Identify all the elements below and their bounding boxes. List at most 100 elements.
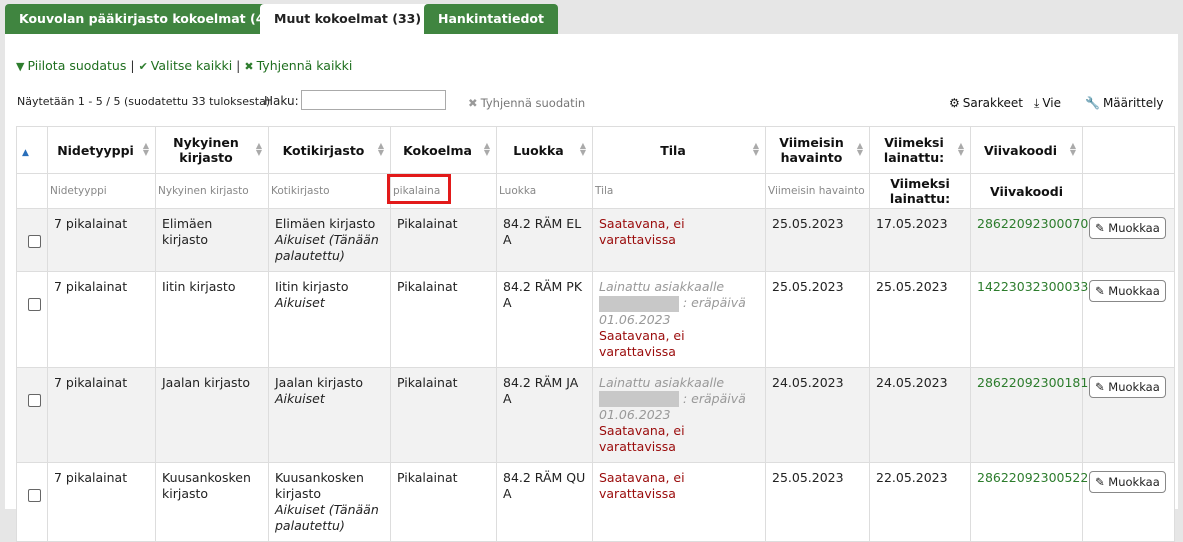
column-header-label: Tila [660, 142, 686, 158]
sort-icon: ▲ ▼ [142, 141, 149, 157]
availability-status: Saatavana, ei varattavissa [599, 423, 685, 454]
barcode-link[interactable]: 28622092300181 [977, 375, 1088, 390]
callnumber-cell: 84.2 RÄM EL A [496, 208, 593, 272]
item-type-cell: 7 pikalainat [47, 366, 156, 463]
redacted-patron [599, 391, 679, 407]
barcode-cell: 28622092300181 [970, 366, 1088, 463]
select-column-header[interactable]: ▲ [16, 126, 48, 174]
sort-icon: ▲ ▼ [752, 141, 759, 157]
last-seen-cell: 24.05.2023 [765, 366, 870, 463]
home-library-cell: Elimäen kirjasto Aikuiset (Tänään palaute… [268, 208, 391, 272]
status-cell: Saatavana, ei varattavissa [592, 462, 766, 542]
barcode-link[interactable]: 28622092300070 [977, 216, 1088, 231]
column-header-label: Kokoelma [403, 142, 472, 158]
row-checkbox[interactable] [28, 298, 41, 311]
columns-button[interactable]: ⚙ Sarakkeet [949, 96, 1023, 110]
due-label: : eräpäivä [682, 390, 746, 406]
filter-input[interactable]: Tila [592, 173, 766, 209]
clear-all-link[interactable]: ✖ Tyhjennä kaikki [244, 58, 352, 73]
hide-filter-label: Piilota suodatus [27, 58, 127, 73]
check-icon: ✔ [138, 60, 148, 73]
filter-input[interactable]: Luokka [496, 173, 593, 209]
select-all-link[interactable]: ✔ Valitse kaikki [139, 58, 233, 73]
filter-input[interactable]: Kotikirjasto [268, 173, 391, 209]
barcode-link[interactable]: 28622092300522 [977, 470, 1088, 485]
select-cell [16, 366, 48, 463]
export-label: Vie [1042, 96, 1061, 110]
redacted-patron [599, 295, 679, 312]
column-header-label: Viimeksi lainattu: [883, 135, 945, 165]
filter-cell [1082, 173, 1175, 209]
edit-label: Muokkaa [1108, 475, 1160, 489]
home-library-cell: Jaalan kirjasto Aikuiset [268, 366, 391, 463]
barcode-cell: 28622092300070 [970, 208, 1088, 272]
search-input[interactable] [301, 90, 446, 110]
home-library-cell: Iitin kirjasto Aikuiset [268, 271, 391, 368]
tab-main-library-holdings[interactable]: Kouvolan pääkirjasto kokoelmat (4) [5, 4, 285, 34]
results-info: Näytetään 1 - 5 / 5 (suodatettu 33 tulok… [17, 95, 271, 108]
barcode-cell: 28622092300522 [970, 462, 1088, 542]
column-header[interactable]: Viimeksi lainattu: ▲ ▼ [869, 126, 971, 174]
gear-icon: ⚙ [949, 96, 960, 110]
column-header[interactable]: Nidetyyppi ▲ ▼ [47, 126, 156, 174]
items-table: ▲ Nidetyyppi ▲ ▼ Nykyinen kirjasto ▲ ▼ Kotik… [16, 126, 1175, 542]
pencil-icon: ✎ [1095, 475, 1105, 489]
toolbar-separator: | [130, 58, 135, 73]
download-icon: ⤓ [1034, 96, 1040, 110]
column-header-label: Kotikirjasto [282, 142, 365, 158]
export-button[interactable]: ⤓ Vie [1034, 96, 1061, 111]
clear-filter-button[interactable]: ✖ Tyhjennä suodatin [468, 96, 585, 110]
loan-status-text: Lainattu asiakkaalle [599, 279, 725, 294]
column-header[interactable]: Viivakoodi ▲ ▼ [970, 126, 1083, 174]
column-header[interactable]: Kotikirjasto ▲ ▼ [268, 126, 391, 174]
column-header[interactable]: Luokka ▲ ▼ [496, 126, 593, 174]
tab-acquisitions[interactable]: Hankintatiedot [424, 4, 558, 34]
clear-filter-label: Tyhjennä suodatin [480, 96, 586, 110]
filter-input[interactable]: Nykyinen kirjasto [155, 173, 269, 209]
holdings-panel: ▼ Piilota suodatus | ✔ Valitse kaikki | ✖ Tyhje… [5, 34, 1178, 542]
last-borrowed-cell: 25.05.2023 [869, 271, 971, 368]
column-header[interactable]: Kokoelma ▲ ▼ [390, 126, 497, 174]
column-header-label: Nidetyyppi [57, 142, 134, 158]
highlight-box [387, 174, 451, 204]
column-header[interactable]: Tila ▲ ▼ [592, 126, 766, 174]
last-seen-cell: 25.05.2023 [765, 462, 870, 542]
column-header-label: Viivakoodi [984, 142, 1057, 158]
actions-cell: ✎ Muokkaa [1082, 208, 1175, 272]
availability-status: Saatavana, ei varattavissa [599, 327, 685, 359]
last-seen-cell: 25.05.2023 [765, 208, 870, 272]
row-checkbox[interactable] [28, 235, 41, 248]
actions-cell: ✎ Muokkaa [1082, 462, 1175, 542]
table-row: 7 pikalainat Jaalan kirjasto Jaalan kirjas… [16, 366, 1175, 463]
sort-icon: ▲ ▼ [483, 141, 490, 157]
home-library-note: Aikuiset (Tänään palautettu) [275, 502, 379, 533]
pencil-icon: ✎ [1095, 284, 1105, 298]
actions-cell: ✎ Muokkaa [1082, 366, 1175, 463]
select-cell [16, 208, 48, 272]
clear-all-label: Tyhjennä kaikki [256, 58, 353, 73]
column-header-label: Viimeisin havainto [779, 135, 844, 165]
edit-button[interactable]: ✎ Muokkaa [1089, 471, 1166, 493]
home-library-cell: Kuusankosken kirjasto Aikuiset (Tänään pa… [268, 462, 391, 542]
row-checkbox[interactable] [28, 489, 41, 502]
collection-cell: Pikalainat [390, 208, 497, 272]
home-library-name: Jaalan kirjasto [275, 374, 364, 390]
edit-button[interactable]: ✎ Muokkaa [1089, 375, 1166, 398]
column-header[interactable]: Viimeisin havainto ▲ ▼ [765, 126, 870, 174]
barcode-link[interactable]: 14223032300033 [977, 279, 1088, 294]
pencil-icon: ✎ [1095, 379, 1105, 394]
edit-button[interactable]: ✎ Muokkaa [1089, 217, 1166, 239]
hide-filter-link[interactable]: ▼ Piilota suodatus [16, 58, 126, 73]
home-library-note: Aikuiset [275, 390, 325, 406]
configure-button[interactable]: 🔧 Määrittely [1085, 96, 1164, 110]
filter-input[interactable]: Viimeisin havainto [765, 173, 870, 209]
current-library-cell: Iitin kirjasto [155, 271, 269, 368]
column-header[interactable]: Nykyinen kirjasto ▲ ▼ [155, 126, 269, 174]
toolbar-separator: | [236, 58, 241, 73]
last-borrowed-cell: 17.05.2023 [869, 208, 971, 272]
row-checkbox[interactable] [28, 393, 41, 407]
tab-other-holdings[interactable]: Muut kokoelmat (33) [260, 4, 436, 34]
filter-input[interactable]: Nidetyyppi [47, 173, 156, 209]
edit-button[interactable]: ✎ Muokkaa [1089, 280, 1166, 302]
pencil-icon: ✎ [1095, 221, 1105, 235]
